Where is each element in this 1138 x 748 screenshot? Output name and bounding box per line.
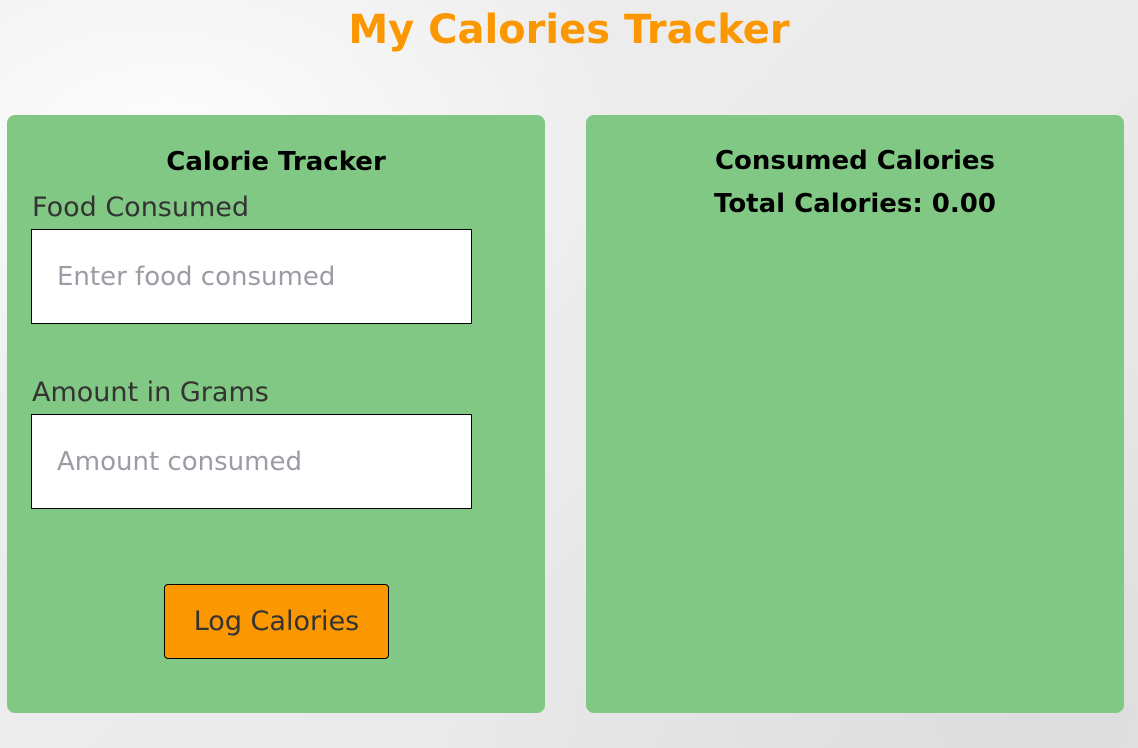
consumed-calories-panel: Consumed Calories Total Calories: 0.00	[586, 115, 1124, 713]
page-title: My Calories Tracker	[348, 7, 790, 53]
log-calories-button[interactable]: Log Calories	[164, 584, 389, 659]
calorie-tracker-heading: Calorie Tracker	[166, 147, 386, 177]
calorie-tracker-panel: Calorie Tracker Food Consumed Amount in …	[7, 115, 545, 713]
food-consumed-input[interactable]	[31, 229, 472, 324]
food-consumed-label: Food Consumed	[32, 192, 250, 223]
amount-consumed-input[interactable]	[31, 414, 472, 509]
total-calories-text: Total Calories: 0.00	[714, 189, 996, 219]
amount-in-grams-label: Amount in Grams	[32, 377, 269, 408]
consumed-calories-heading: Consumed Calories	[714, 146, 996, 176]
